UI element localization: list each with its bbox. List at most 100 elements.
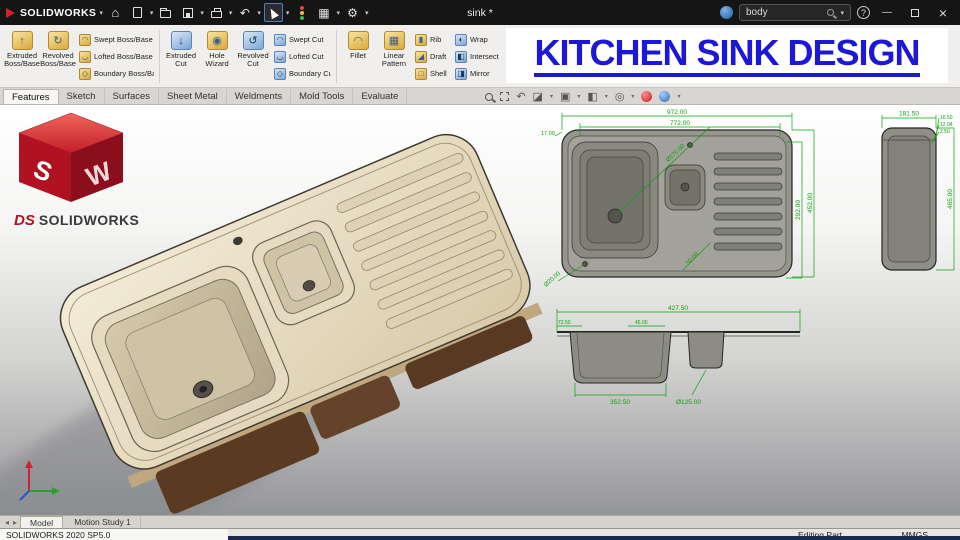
- swept-cut-button[interactable]: Swept Cut: [273, 32, 331, 48]
- select-caret-icon[interactable]: [286, 9, 290, 17]
- ribbon-group-modify: Fillet Linear Pattern Rib Draft Shell: [338, 27, 506, 86]
- boss-stack: Swept Boss/Base Lofted Boss/Base Boundar…: [76, 28, 156, 85]
- new-document-caret-icon[interactable]: [150, 9, 154, 17]
- undo-caret-icon[interactable]: [257, 9, 261, 17]
- extruded-cut-button[interactable]: Extruded Cut: [163, 28, 199, 85]
- mirror-button[interactable]: Mirror: [454, 66, 502, 82]
- taskbar-strip: [228, 536, 960, 540]
- file-properties-caret-icon[interactable]: [336, 9, 340, 17]
- extruded-boss-label: Extruded Boss/Base: [4, 51, 40, 69]
- status-bar: SOLIDWORKS 2020 SP5.0 Editing Part MMGS: [0, 528, 960, 540]
- extruded-boss-button[interactable]: Extruded Boss/Base: [4, 28, 40, 85]
- rebuild-button[interactable]: [292, 3, 311, 22]
- print-caret-icon[interactable]: [229, 9, 233, 17]
- display-style-icon[interactable]: ◧: [587, 90, 597, 103]
- tab-features[interactable]: Features: [3, 89, 59, 104]
- file-properties-button[interactable]: [314, 3, 333, 22]
- shell-button[interactable]: Shell: [414, 66, 450, 82]
- graphics-viewport[interactable]: S W DS SOLIDWORKS 972.00 772.00 17.00 Ø1…: [0, 105, 960, 515]
- swept-boss-button[interactable]: Swept Boss/Base: [78, 32, 154, 48]
- titlebar-left-tools: SOLIDWORKS: [6, 3, 368, 22]
- search-box[interactable]: body: [739, 4, 851, 21]
- hole-wizard-button[interactable]: Hole Wizard: [199, 28, 235, 85]
- print-button[interactable]: [207, 3, 226, 22]
- tab-motion-study[interactable]: Motion Study 1: [65, 516, 141, 528]
- revolved-cut-icon: [242, 31, 264, 50]
- command-tab-strip: Features Sketch Surfaces Sheet Metal Wel…: [0, 88, 960, 105]
- rib-button[interactable]: Rib: [414, 32, 450, 48]
- side-view: 181.50 16.50 12.04 2.50 465.00: [881, 111, 955, 271]
- revolved-cut-button[interactable]: Revolved Cut: [235, 28, 271, 85]
- undo-button[interactable]: [235, 3, 254, 22]
- previous-view-icon[interactable]: ↶: [516, 90, 525, 103]
- fillet-icon: [347, 31, 369, 50]
- titlebar-right-tools: body: [720, 3, 954, 22]
- close-button[interactable]: [932, 3, 954, 22]
- search-value[interactable]: body: [746, 7, 821, 18]
- title-banner: KITCHEN SINK DESIGN: [506, 28, 948, 83]
- tab-surfaces[interactable]: Surfaces: [105, 89, 160, 104]
- print-icon: [210, 8, 222, 18]
- save-icon: [182, 7, 193, 18]
- section-view-caret-icon[interactable]: [550, 93, 553, 100]
- home-button[interactable]: [106, 3, 125, 22]
- brand-caret-icon[interactable]: [99, 9, 103, 17]
- pattern-stack: Wrap Intersect Mirror: [452, 28, 504, 85]
- tab-sketch[interactable]: Sketch: [59, 89, 105, 104]
- search-caret-icon[interactable]: [840, 9, 844, 17]
- linear-pattern-button[interactable]: Linear Pattern: [376, 28, 412, 85]
- doc-tabs-scroll-right-icon[interactable]: ▸: [12, 518, 18, 527]
- tab-weldments[interactable]: Weldments: [227, 89, 292, 104]
- draft-button[interactable]: Draft: [414, 49, 450, 65]
- hide-show-caret-icon[interactable]: [631, 93, 634, 100]
- sink-3d-model[interactable]: [50, 124, 560, 515]
- tab-evaluate[interactable]: Evaluate: [353, 89, 408, 104]
- doc-tabs-scroll-left-icon[interactable]: ◂: [4, 518, 10, 527]
- apply-scene-icon[interactable]: [659, 91, 671, 102]
- tab-mold-tools[interactable]: Mold Tools: [291, 89, 354, 104]
- zoom-area-icon[interactable]: [500, 92, 510, 101]
- tab-model[interactable]: Model: [20, 516, 64, 528]
- login-icon[interactable]: [720, 6, 733, 19]
- intersect-button[interactable]: Intersect: [454, 49, 502, 65]
- apply-scene-caret-icon[interactable]: [677, 93, 680, 100]
- section-view-icon[interactable]: ◪: [533, 90, 543, 103]
- fillet-button[interactable]: Fillet: [340, 28, 376, 85]
- lofted-boss-icon: [79, 50, 91, 63]
- search-icon[interactable]: [827, 9, 835, 16]
- wrap-button[interactable]: Wrap: [454, 32, 502, 48]
- save-button[interactable]: [178, 3, 197, 22]
- open-button[interactable]: [156, 3, 175, 22]
- boundary-boss-button[interactable]: Boundary Boss/Base: [78, 66, 154, 82]
- dim-side-height: 465.00: [947, 189, 954, 209]
- sink-3d-canvas[interactable]: [0, 105, 580, 515]
- revolved-boss-button[interactable]: Revolved Boss/Base: [40, 28, 76, 85]
- dim-side-rim1: 16.50: [940, 115, 953, 121]
- shell-icon: [415, 67, 427, 80]
- restore-button[interactable]: [904, 3, 926, 22]
- display-style-caret-icon[interactable]: [605, 93, 608, 100]
- new-document-button[interactable]: [128, 3, 147, 22]
- select-tool-button[interactable]: [263, 3, 283, 22]
- lofted-cut-button[interactable]: Lofted Cut: [273, 49, 331, 65]
- view-orientation-icon[interactable]: ▣: [560, 90, 570, 103]
- app-brand: SOLIDWORKS: [20, 6, 97, 19]
- lofted-boss-button[interactable]: Lofted Boss/Base: [78, 49, 154, 65]
- minimize-button[interactable]: [876, 3, 898, 22]
- save-caret-icon[interactable]: [200, 9, 204, 17]
- orientation-triad: [19, 460, 60, 501]
- restore-icon: [911, 8, 919, 17]
- options-caret-icon[interactable]: [365, 9, 369, 17]
- boundary-cut-button[interactable]: Boundary Cut: [273, 66, 331, 82]
- view-orientation-caret-icon[interactable]: [577, 93, 580, 100]
- tab-sheet-metal[interactable]: Sheet Metal: [159, 89, 227, 104]
- zoom-to-fit-icon[interactable]: [485, 92, 494, 101]
- help-button[interactable]: [857, 6, 870, 19]
- edit-appearance-icon[interactable]: [641, 91, 653, 102]
- options-button[interactable]: [343, 3, 362, 22]
- front-small-bowl: [687, 331, 725, 369]
- boundary-cut-icon: [274, 67, 286, 80]
- ribbon-separator: [159, 30, 160, 83]
- hide-show-items-icon[interactable]: ◎: [615, 90, 625, 103]
- status-version: SOLIDWORKS 2020 SP5.0: [0, 529, 228, 540]
